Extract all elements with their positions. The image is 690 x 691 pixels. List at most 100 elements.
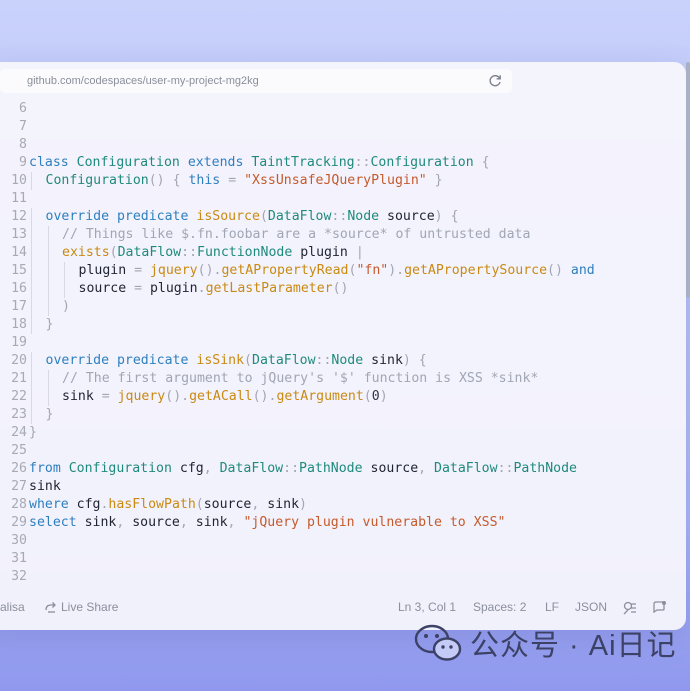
address-bar[interactable]: github.com/codespaces/user-my-project-mg… [0,69,512,93]
code-line[interactable]: 20 override predicate isSink(DataFlow::No… [0,352,686,370]
reload-icon[interactable] [486,72,504,90]
code-line[interactable]: 13 // Things like $.fn.foobar are a *sour… [0,226,686,244]
status-user[interactable]: alisa [0,600,25,614]
line-number: 11 [11,191,27,206]
code-token: hasFlowPath [108,497,196,512]
line-number: 9 [19,155,27,170]
code-line[interactable]: 22 sink = jquery().getACall().getArgument… [0,388,686,406]
line-content: sink [29,478,61,496]
code-token: :: [283,461,300,476]
code-token: sink [259,497,300,512]
code-line[interactable]: 8 [0,136,686,154]
code-token: Configuration [370,155,474,170]
indent-guide [47,262,49,280]
indent-guide [31,352,32,370]
code-line[interactable]: 10 Configuration() { this = "XssUnsafeJQu… [0,172,686,190]
code-line[interactable]: 7 [0,118,686,136]
code-line[interactable]: 24} [0,424,686,442]
code-line[interactable]: 31 [0,550,686,568]
line-content: } [29,424,37,442]
code-token: override [45,353,110,368]
code-token: ) [379,389,388,404]
line-content: // Things like $.fn.foobar are a *source… [62,226,530,244]
code-token: () [332,281,349,296]
line-number: 29 [11,515,27,530]
page-scrollbar[interactable] [686,62,690,298]
code-line[interactable]: 12 override predicate isSource(DataFlow::… [0,208,686,226]
code-line[interactable]: 27 sink [0,478,686,496]
code-token: override [45,209,110,224]
notifications-icon[interactable] [651,600,667,616]
line-number: 8 [19,137,27,152]
line-number: 23 [11,407,27,422]
line-content: Configuration() { this = "XssUnsafeJQuer… [46,172,443,190]
indent-guide [31,172,32,190]
code-line[interactable]: 9 class Configuration extends TaintTracki… [0,154,686,172]
code-token: FunctionNode [197,245,293,260]
line-content: select sink, source, sink, "jQuery plugi… [29,514,505,532]
code-token: } [45,317,54,332]
live-share-icon [45,602,56,613]
code-line[interactable]: 19 [0,334,686,352]
code-token: ) [62,299,70,314]
code-token: ) [299,497,307,512]
line-number: 22 [11,389,27,404]
code-line[interactable]: 16 source = plugin.getLastParameter() [0,280,686,298]
line-ending[interactable]: LF [545,600,559,614]
url-text: github.com/codespaces/user-my-project-mg… [27,75,259,87]
line-content: exists(DataFlow::FunctionNode plugin | [62,244,364,262]
line-number: 21 [11,371,27,386]
cursor-position[interactable]: Ln 3, Col 1 [398,600,456,614]
code-line[interactable]: 14 exists(DataFlow::FunctionNode plugin | [0,244,686,262]
feedback-icon[interactable] [622,600,638,616]
code-token: TaintTracking [251,155,355,170]
code-line[interactable]: 30 [0,532,686,550]
code-token: DataFlow [267,209,332,224]
code-line[interactable]: 6 [0,100,686,118]
live-share-button[interactable]: Live Share [61,600,118,614]
code-line[interactable]: 18} [0,316,686,334]
code-token: :: [497,461,514,476]
code-line[interactable]: 29 select sink, source, sink, "jQuery plu… [0,514,686,532]
line-content: sink = jquery().getACall().getArgument(0… [62,388,388,406]
code-token: isSource [196,209,260,224]
language-mode[interactable]: JSON [575,600,607,614]
code-line[interactable]: 26 from Configuration cfg, DataFlow::Path… [0,460,686,478]
editor-window: github.com/codespaces/user-my-project-mg… [0,62,686,630]
code-token: :: [331,209,348,224]
line-number: 28 [11,497,27,512]
code-token: Configuration [68,461,172,476]
code-token: source [203,497,252,512]
code-token: { [418,353,427,368]
code-line[interactable]: 28 where cfg.hasFlowPath(source, sink) [0,496,686,514]
code-line[interactable]: 11 [0,190,686,208]
line-number: 17 [11,299,27,314]
code-token: source [78,281,135,296]
code-token: ( [244,353,252,368]
code-token: source [379,209,435,224]
code-line[interactable]: 23} [0,406,686,424]
code-editor[interactable]: 6 7 8 9 class Configuration extends TaintTra… [0,100,686,586]
code-line[interactable]: 25 [0,442,686,460]
code-token: (). [197,263,222,278]
code-token: // Things like $.fn.foobar are a *source… [62,227,531,242]
line-content: ) [62,298,70,316]
indent-guide [31,280,32,298]
indent-guide [47,298,49,316]
code-line[interactable]: 15 plugin = jquery().getAPropertyRead("fn… [0,262,686,280]
code-token: select [29,515,77,530]
code-line[interactable]: 21 // The first argument to jQuery's '$' … [0,370,686,388]
code-token: sink [76,515,117,530]
code-token: cfg [68,497,101,512]
code-token: predicate [116,353,189,368]
indentation-setting[interactable]: Spaces: 2 [473,600,526,614]
code-line[interactable]: 17) [0,298,686,316]
code-line[interactable]: 32 [0,568,686,586]
code-token: source [362,461,419,476]
